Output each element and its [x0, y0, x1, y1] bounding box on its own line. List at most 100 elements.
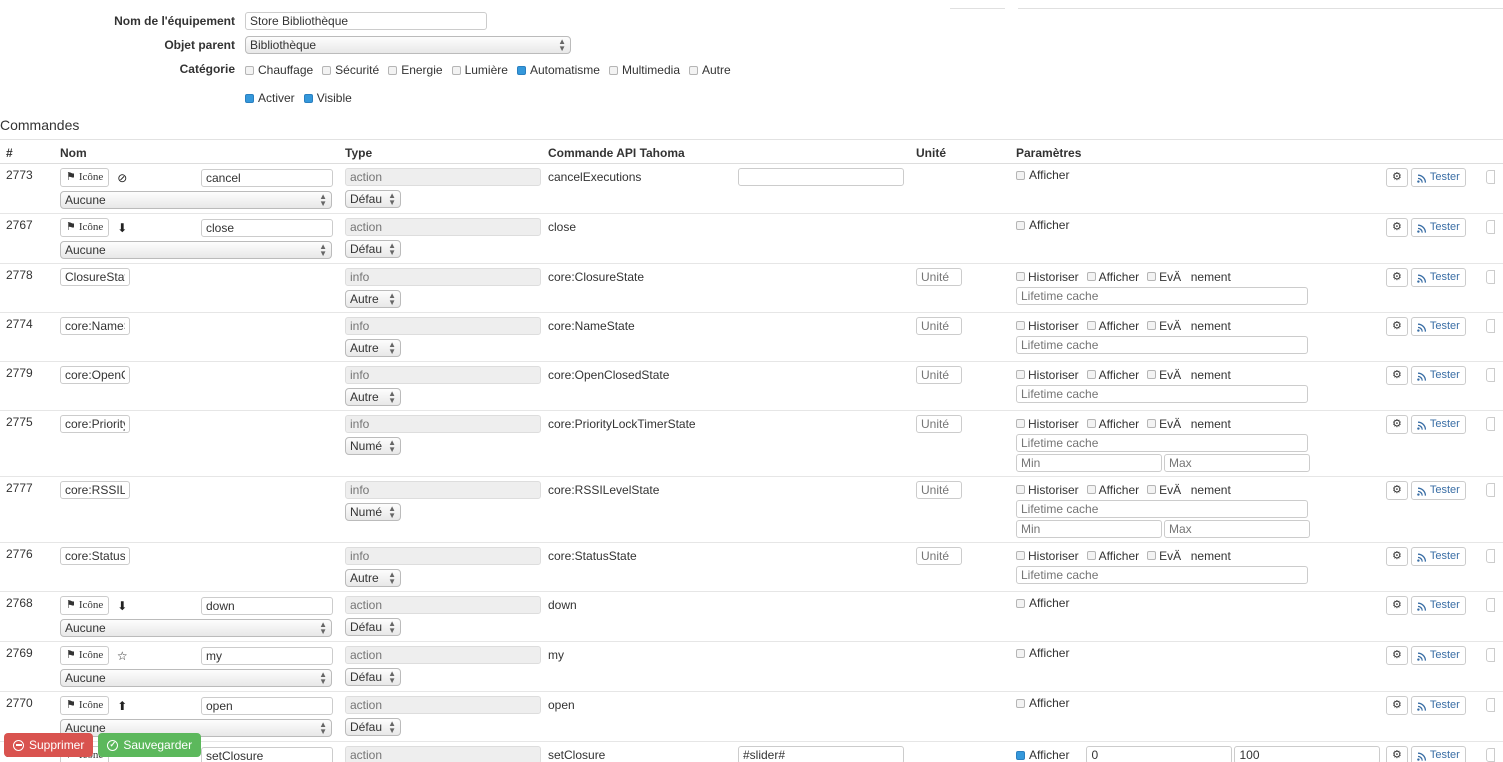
param-afficher[interactable]: Afficher [1086, 368, 1139, 382]
checkbox-icon[interactable] [1086, 370, 1096, 379]
subtype-select[interactable]: Défaut [345, 618, 401, 636]
param-afficher[interactable]: Afficher [1086, 549, 1139, 563]
tester-button[interactable]: Tester [1410, 168, 1466, 187]
lifetime-cache-input[interactable] [1016, 287, 1308, 305]
command-name-input[interactable] [60, 415, 130, 433]
linked-info-select[interactable]: Aucune [60, 241, 332, 259]
checkbox-icon[interactable] [245, 93, 254, 103]
command-name-input[interactable] [60, 481, 130, 499]
category-autre[interactable]: Autre [689, 63, 731, 77]
subtype-select[interactable]: Défaut [345, 240, 401, 258]
configure-button[interactable]: ⚙ [1386, 481, 1408, 500]
command-name-input[interactable] [201, 218, 333, 237]
checkbox-icon[interactable] [451, 65, 461, 75]
command-name-input[interactable] [201, 596, 333, 615]
param-historiser[interactable]: Historiser [1016, 483, 1079, 497]
command-name-input[interactable] [201, 746, 333, 762]
save-button[interactable]: Sauvegarder [98, 733, 202, 757]
checkbox-icon[interactable] [1016, 419, 1025, 428]
category-chauffage[interactable]: Chauffage [245, 63, 313, 77]
type-readonly-input[interactable] [345, 746, 541, 762]
type-readonly-input[interactable] [345, 268, 541, 286]
checkbox-icon[interactable] [1016, 648, 1025, 658]
subtype-select[interactable]: Autre [345, 339, 401, 357]
command-name-input[interactable] [60, 317, 130, 335]
type-readonly-input[interactable] [345, 646, 541, 664]
tester-button[interactable]: Tester [1410, 218, 1466, 237]
tester-button[interactable]: Tester [1410, 366, 1466, 385]
icone-button[interactable]: ⚑Icône [60, 696, 110, 715]
flag-activer[interactable]: Activer [245, 91, 295, 105]
type-readonly-input[interactable] [345, 168, 541, 186]
checkbox-icon[interactable] [1016, 272, 1025, 281]
category-multimedia[interactable]: Multimedia [608, 63, 680, 77]
subtype-select[interactable]: Numériqu [345, 503, 401, 521]
slider-min-input[interactable] [1086, 746, 1233, 762]
checkbox-icon[interactable] [1086, 321, 1096, 330]
configure-button[interactable]: ⚙ [1386, 366, 1408, 385]
delete-row-button[interactable] [1486, 698, 1495, 712]
type-readonly-input[interactable] [345, 596, 541, 614]
configure-button[interactable]: ⚙ [1386, 218, 1408, 237]
checkbox-icon[interactable] [1086, 551, 1096, 560]
tester-button[interactable]: Tester [1410, 317, 1466, 336]
flag-visible[interactable]: Visible [303, 91, 352, 105]
param-afficher[interactable]: Afficher [1016, 696, 1069, 710]
lifetime-cache-input[interactable] [1016, 434, 1308, 452]
checkbox-icon[interactable] [245, 65, 254, 75]
checkbox-icon[interactable] [1147, 485, 1157, 494]
icone-button[interactable]: ⚑Icône [60, 218, 110, 237]
subtype-select[interactable]: Autre [345, 569, 401, 587]
subtype-select[interactable]: Autre [345, 388, 401, 406]
subtype-select[interactable]: Autre [345, 290, 401, 308]
configure-button[interactable]: ⚙ [1386, 746, 1408, 762]
param-evenement[interactable]: EvÄnement [1147, 367, 1231, 383]
unite-input[interactable] [916, 415, 962, 433]
tester-button[interactable]: Tester [1410, 596, 1466, 615]
category-lumi-re[interactable]: Lumière [451, 63, 508, 77]
tester-button[interactable]: Tester [1410, 547, 1466, 566]
command-name-input[interactable] [60, 366, 130, 384]
tester-button[interactable]: Tester [1410, 481, 1466, 500]
linked-info-select[interactable]: Aucune [60, 191, 332, 209]
command-name-input[interactable] [60, 547, 130, 565]
checkbox-icon[interactable] [1086, 419, 1096, 428]
subtype-select[interactable]: Défaut [345, 190, 401, 208]
type-readonly-input[interactable] [345, 218, 541, 236]
max-input[interactable] [1164, 520, 1310, 538]
type-readonly-input[interactable] [345, 415, 541, 433]
delete-row-button[interactable] [1486, 368, 1495, 382]
param-afficher[interactable]: Afficher [1086, 270, 1139, 284]
unite-input[interactable] [916, 366, 962, 384]
checkbox-icon[interactable] [516, 65, 526, 75]
tester-button[interactable]: Tester [1410, 415, 1466, 434]
icone-button[interactable]: ⚑Icône [60, 646, 110, 665]
configure-button[interactable]: ⚙ [1386, 646, 1408, 665]
param-afficher[interactable]: Afficher [1016, 168, 1069, 182]
param-historiser[interactable]: Historiser [1016, 319, 1079, 333]
checkbox-icon[interactable] [1016, 598, 1025, 608]
checkbox-icon[interactable] [689, 65, 698, 75]
category-energie[interactable]: Energie [388, 63, 443, 77]
equipment-name-input[interactable] [245, 12, 487, 30]
command-name-input[interactable] [201, 696, 333, 715]
min-input[interactable] [1016, 454, 1162, 472]
param-afficher[interactable]: Afficher [1016, 218, 1069, 232]
unite-input[interactable] [916, 481, 962, 499]
delete-row-button[interactable] [1486, 170, 1495, 184]
api-value-input[interactable] [738, 746, 904, 762]
param-historiser[interactable]: Historiser [1016, 368, 1079, 382]
delete-row-button[interactable] [1486, 748, 1495, 762]
checkbox-icon[interactable] [1016, 551, 1025, 560]
checkbox-icon[interactable] [1147, 370, 1157, 379]
tester-button[interactable]: Tester [1410, 746, 1466, 762]
param-afficher[interactable]: Afficher [1016, 748, 1069, 762]
tester-button[interactable]: Tester [1410, 268, 1466, 287]
delete-row-button[interactable] [1486, 598, 1495, 612]
subtype-select[interactable]: Défaut [345, 668, 401, 686]
icone-button[interactable]: ⚑Icône [60, 168, 110, 187]
checkbox-icon[interactable] [1016, 170, 1025, 180]
type-readonly-input[interactable] [345, 317, 541, 335]
min-input[interactable] [1016, 520, 1162, 538]
checkbox-icon[interactable] [388, 65, 398, 75]
